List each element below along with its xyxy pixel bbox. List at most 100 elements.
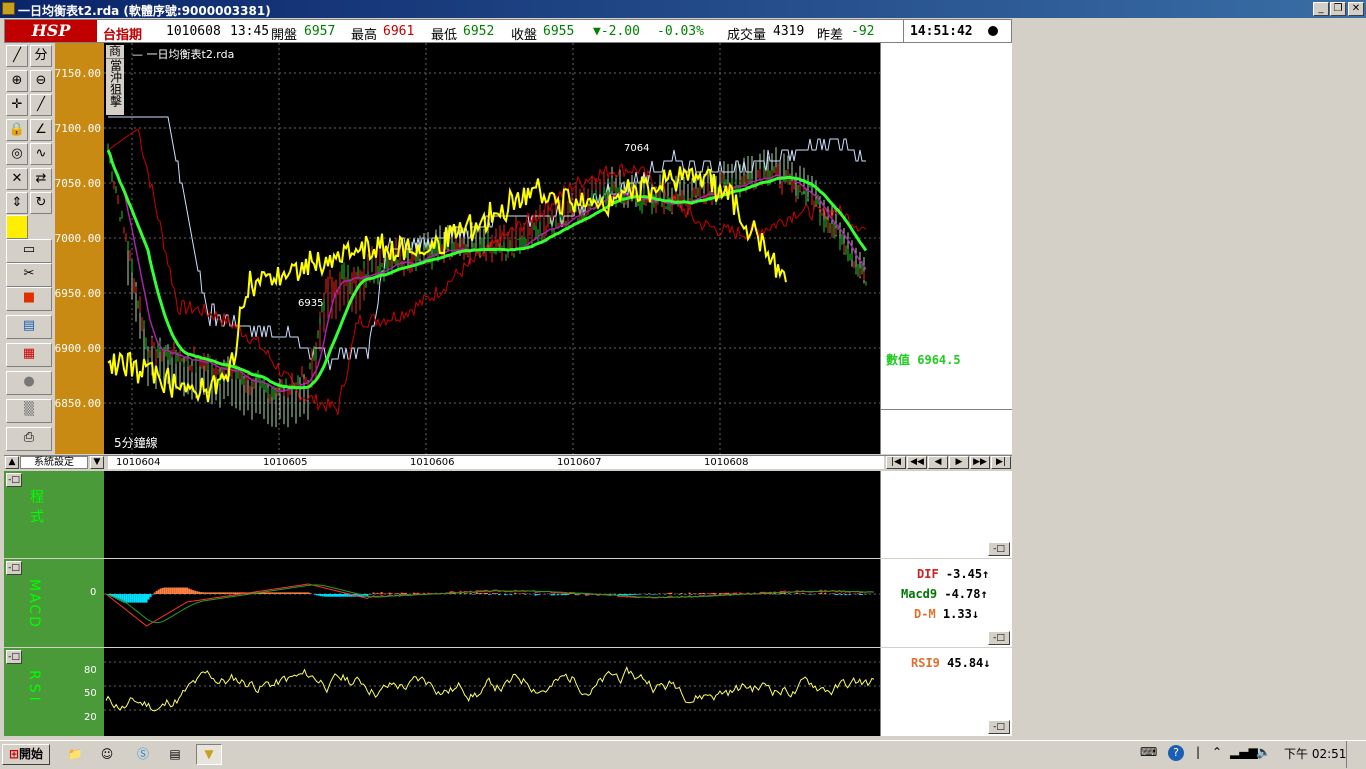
zoom-out-icon[interactable]: ⊖ — [30, 69, 52, 92]
panel-rsi-toggle[interactable]: -□ — [6, 650, 22, 664]
rsi-value-panel: RSI9 45.84↓ -□ — [880, 648, 1012, 736]
scroll-down-button[interactable]: ▼ — [90, 456, 104, 469]
program-panel — [104, 471, 880, 558]
price-axis: 7150.00 7100.00 7050.00 7000.00 6950.00 6900.… — [55, 43, 104, 454]
close-button[interactable]: ✕ — [1348, 2, 1364, 16]
folder-icon[interactable]: ▭ — [6, 239, 52, 263]
date-3: 1010606 — [410, 457, 455, 468]
show-hidden-icon[interactable]: ⌃ — [1212, 745, 1222, 759]
start-button[interactable]: ⊞開始 — [2, 744, 50, 765]
panel-program-toggle[interactable]: -□ — [6, 473, 22, 487]
nav-last-button[interactable]: ▶| — [991, 456, 1011, 469]
panel-macd-toggle[interactable]: -□ — [6, 561, 22, 575]
divider-icon: | — [1196, 745, 1201, 759]
rsi-chart-svg — [104, 661, 880, 712]
refresh-icon[interactable]: ↻ — [30, 192, 52, 214]
annotation-high: 7064 — [624, 143, 650, 154]
zoom-in-icon[interactable]: ⊕ — [6, 69, 28, 92]
messenger-icon[interactable]: ☺ — [94, 744, 120, 765]
strategy-tab[interactable]: 商 當沖狙擊 — [106, 45, 124, 115]
color-icon[interactable] — [6, 215, 28, 239]
nav-fast-back-button[interactable]: ◀◀ — [907, 456, 927, 469]
pen-icon[interactable]: ╱ — [30, 94, 52, 116]
nav-first-button[interactable]: |◀ — [886, 456, 906, 469]
main-value-panel: 數值 6964.5 — [880, 43, 1012, 454]
lock-icon[interactable]: 🔒 — [6, 118, 28, 141]
program-panel-label: -□ 程式 — [4, 471, 104, 558]
dm-label: D-M — [914, 607, 936, 621]
nav-back-button[interactable]: ◀ — [928, 456, 948, 469]
target-icon[interactable]: ◎ — [6, 143, 28, 165]
date-axis: 1010604 1010605 1010606 1010607 1010608 — [108, 456, 884, 469]
y-tick-label: 7000.00 — [54, 232, 101, 245]
windows-logo-icon: ⊞ — [8, 747, 20, 761]
macd-label: MACD — [26, 579, 42, 629]
line-tool-icon[interactable]: ╱ — [6, 45, 28, 67]
program-panel-button[interactable]: -□ — [988, 542, 1010, 556]
dm-readout: D-M 1.33↓ — [914, 607, 979, 621]
date-1: 1010604 — [116, 457, 161, 468]
arrows-icon[interactable]: ⇕ — [6, 192, 28, 214]
close-label: 收盤 — [511, 28, 538, 43]
nav-fast-forward-button[interactable]: ▶▶ — [970, 456, 990, 469]
crosshair-icon[interactable]: ✛ — [6, 94, 28, 116]
cross-lines-icon[interactable]: ✕ — [6, 167, 28, 190]
minimize-button[interactable]: _ — [1313, 2, 1329, 16]
macd-panel-label: -□ MACD 0 — [4, 559, 104, 647]
split-icon[interactable]: 分 — [30, 45, 52, 67]
macd-panel-button[interactable]: -□ — [988, 631, 1010, 645]
dm-arrow: ↓ — [971, 607, 980, 621]
scissors-icon[interactable]: ✂ — [6, 263, 52, 287]
scroll-up-button[interactable]: ▲ — [5, 456, 19, 469]
rsi9-arrow: ↓ — [983, 656, 991, 670]
document-icon[interactable]: ▤ — [162, 744, 188, 765]
tab-merchant[interactable]: 商 — [106, 45, 124, 59]
folder-icon[interactable]: 📁 — [62, 744, 88, 765]
macd-chart-svg — [104, 583, 880, 627]
main-chart[interactable]: 商 當沖狙擊 — 一日均衡表t2.rda 5分鐘線 7064 6935 — [104, 43, 880, 454]
nav-forward-button[interactable]: ▶ — [949, 456, 969, 469]
quote-time: 13:45 — [230, 24, 270, 39]
hsp-logo: HSP — [5, 20, 97, 42]
angle-icon[interactable]: ∠ — [30, 118, 52, 141]
window-title: 一日均衡表t2.rda (軟體序號:9000003381) — [18, 4, 271, 18]
rsi-tick-50: 50 — [84, 688, 97, 699]
tab-daytrade[interactable]: 當沖狙擊 — [109, 59, 123, 107]
system-settings[interactable]: 系統設定 — [20, 456, 88, 469]
quote-bar: HSP 台指期 1010608 13:45 開盤 6957 最高 6961 最低… — [4, 19, 1012, 43]
low-label: 最低 — [431, 28, 458, 43]
group-icon[interactable]: ● — [6, 371, 52, 395]
value-readout: 數值 6964.5 — [886, 351, 961, 368]
show-desktop-button[interactable] — [1346, 741, 1365, 768]
annotation-low: 6935 — [298, 298, 324, 309]
trading-app-task-icon[interactable]: ▼ — [196, 744, 222, 765]
change-percent: -0.03% — [657, 24, 704, 39]
tools-icon[interactable]: ▒ — [6, 399, 52, 423]
value-number: 6964.5 — [917, 353, 961, 367]
restore-button[interactable]: ❐ — [1330, 2, 1346, 16]
diff-label: 昨差 — [817, 28, 844, 43]
high-label: 最高 — [351, 28, 378, 43]
keyboard-icon[interactable]: ⌨ — [1140, 745, 1157, 759]
signal-icon[interactable]: ▂▄▆ — [1230, 745, 1258, 759]
swap-icon[interactable]: ⇄ — [30, 167, 52, 190]
panel-divider — [881, 409, 1012, 410]
window-icon[interactable]: ▤ — [6, 315, 52, 339]
taskbar-clock[interactable]: 下午 02:51 — [1284, 745, 1346, 762]
value-label: 數值 — [886, 353, 911, 367]
date-2: 1010605 — [263, 457, 308, 468]
skype-icon[interactable]: Ⓢ — [130, 744, 156, 765]
rsi-line — [105, 666, 875, 712]
grid-icon[interactable]: ▦ — [6, 343, 52, 367]
y-tick-label: 6900.00 — [54, 342, 101, 355]
print-icon[interactable]: ⎙ — [6, 427, 52, 451]
rsi9-value: 45.84 — [947, 656, 984, 670]
wave-icon[interactable]: ∿ — [30, 143, 52, 165]
rsi-panel-button[interactable]: -□ — [988, 720, 1010, 734]
open-label: 開盤 — [271, 28, 298, 43]
program-label: 程式 — [28, 489, 44, 529]
help-icon[interactable]: ? — [1168, 745, 1184, 761]
macd-panel — [104, 559, 880, 647]
stop-icon[interactable]: ■ — [6, 287, 52, 311]
volume-icon[interactable]: 🔈 — [1256, 745, 1271, 759]
